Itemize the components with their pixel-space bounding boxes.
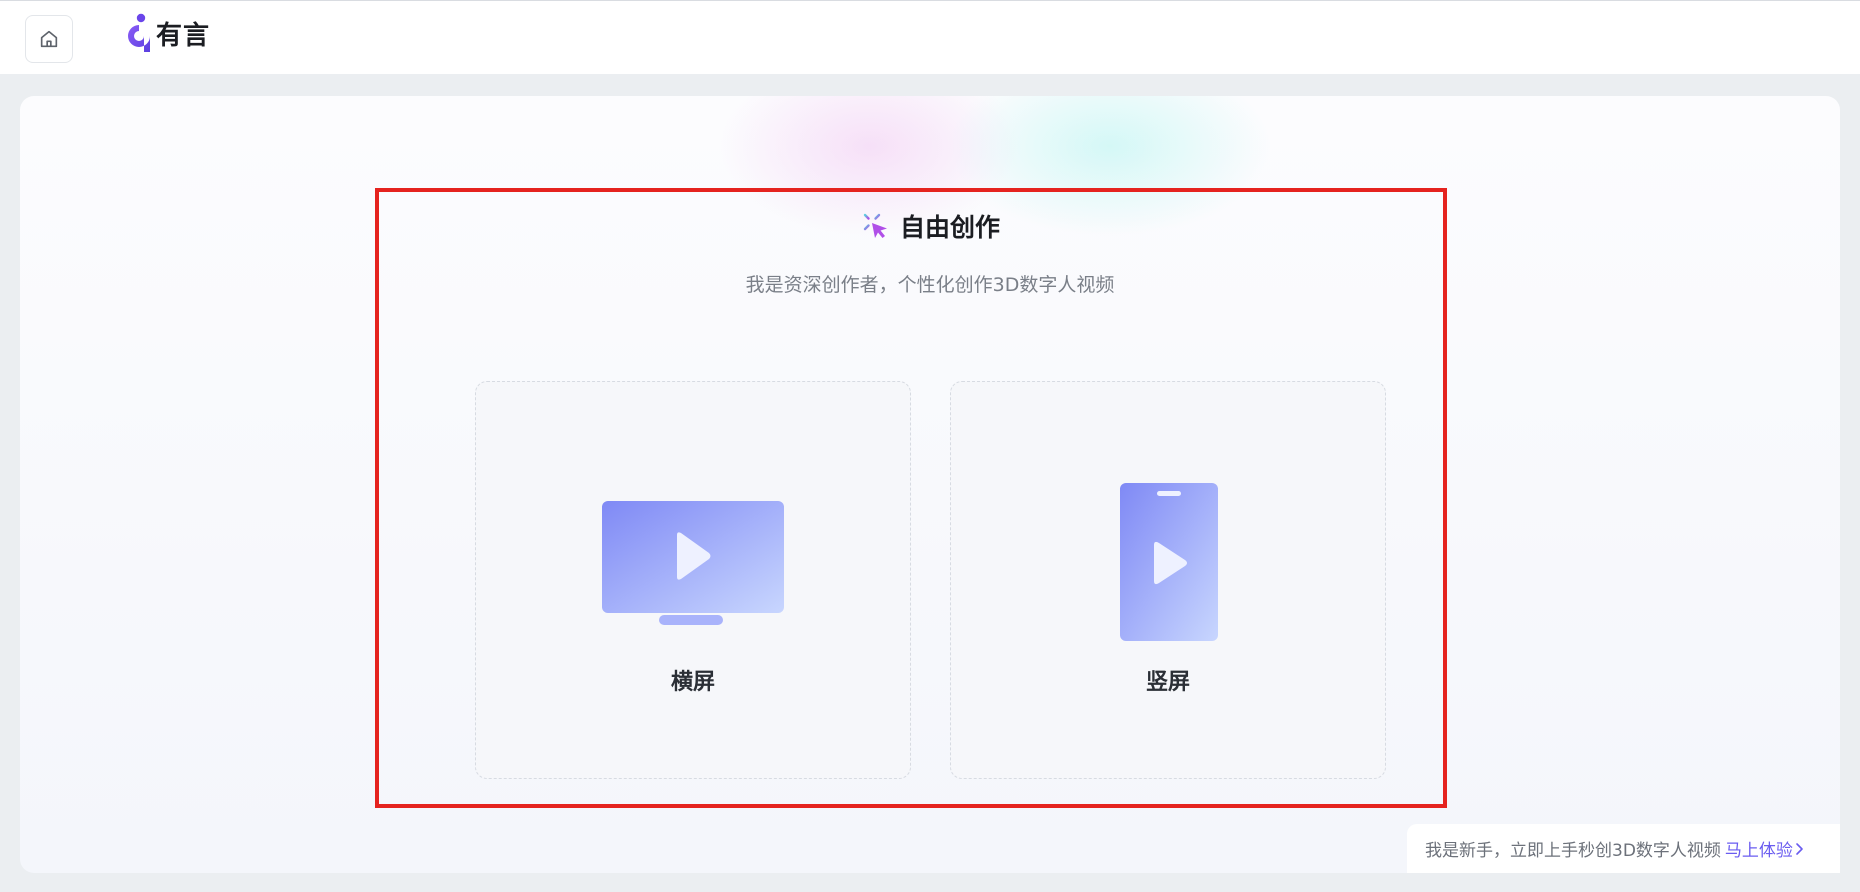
home-icon [40,30,58,48]
landscape-label: 横屏 [670,670,715,695]
page-title: 自由创作 [899,213,1000,242]
try-now-link-label: 马上体验 [1724,841,1793,861]
top-bar: 有言 [0,0,1860,74]
beginner-tip-text: 我是新手，立即上手秒创3D数字人视频 [1425,841,1721,861]
beginner-tip: 我是新手，立即上手秒创3D数字人视频 马上体验 [1407,824,1840,873]
sparkle-cursor-icon [861,211,887,238]
portrait-card[interactable]: 竖屏 [950,381,1386,779]
app-logo[interactable]: 有言 [124,11,210,55]
title-row: 自由创作 [0,208,1860,244]
portrait-label: 竖屏 [1145,670,1190,695]
try-now-link[interactable]: 马上体验 [1725,836,1805,861]
landscape-monitor-icon [602,501,784,625]
page-subtitle: 我是资深创作者，个性化创作3D数字人视频 [745,274,1115,296]
home-button[interactable] [25,15,73,63]
logo-text: 有言 [156,20,211,51]
chevron-right-icon [1796,842,1803,855]
landscape-card[interactable]: 横屏 [475,381,911,779]
portrait-phone-icon [1120,483,1218,641]
logo-mark-icon [128,13,150,52]
